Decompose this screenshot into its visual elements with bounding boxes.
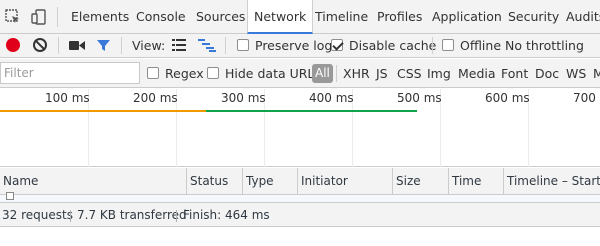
- tab-sources[interactable]: Sources: [196, 0, 245, 34]
- status-divider: [70, 210, 71, 222]
- status-divider: [176, 210, 177, 222]
- column-header-name[interactable]: Name: [0, 168, 186, 194]
- type-filter-media[interactable]: Media: [458, 59, 496, 88]
- overview-tick-label: 400 ms: [309, 91, 354, 105]
- capture-screenshots-icon[interactable]: [69, 40, 85, 51]
- disable-cache-checkbox[interactable]: [331, 39, 343, 51]
- type-filter-js[interactable]: JS: [376, 59, 388, 88]
- devtools-tab-bar: Elements Console Sources Network Timelin…: [0, 0, 600, 34]
- requests-table-header: Name Status Type Initiator Size Time Tim…: [0, 168, 600, 195]
- request-count: 32 requests: [2, 208, 73, 222]
- type-filter-css[interactable]: CSS: [397, 59, 422, 88]
- network-toolbar: View: Preserve log Disable cache Offline…: [0, 34, 600, 58]
- type-filter-img[interactable]: Img: [427, 59, 451, 88]
- overview-tick-label: 100 ms: [45, 91, 90, 105]
- regex-label: Regex: [165, 66, 204, 81]
- column-header-status[interactable]: Status: [187, 168, 242, 194]
- column-header-timeline[interactable]: Timeline – Start Ti: [504, 168, 600, 194]
- tab-bar-divider: [57, 7, 58, 27]
- overview-tick-label: 500 ms: [397, 91, 442, 105]
- disable-cache-label: Disable cache: [349, 38, 437, 53]
- preserve-log-checkbox[interactable]: [237, 39, 249, 51]
- overview-tick-label: 700: [573, 91, 596, 105]
- column-header-size[interactable]: Size: [393, 168, 448, 194]
- tab-audits[interactable]: Audits: [566, 0, 600, 34]
- toolbar-divider: [225, 37, 226, 54]
- view-label: View:: [132, 38, 166, 53]
- type-filter-all[interactable]: All: [312, 64, 333, 83]
- column-header-type[interactable]: Type: [243, 168, 297, 194]
- type-filter-doc[interactable]: Doc: [535, 59, 559, 88]
- clear-icon[interactable]: [33, 38, 47, 52]
- type-filter-ws[interactable]: WS: [566, 59, 586, 88]
- toolbar-divider: [432, 37, 433, 54]
- overview-tick-label: 300 ms: [221, 91, 266, 105]
- tab-network[interactable]: Network: [247, 0, 314, 34]
- overview-tick-label: 200 ms: [133, 91, 178, 105]
- network-overview-timeline[interactable]: 100 ms 200 ms 300 ms 400 ms 500 ms 600 m…: [0, 89, 600, 167]
- regex-checkbox[interactable]: [147, 67, 159, 79]
- empty-panel-area: [0, 227, 600, 246]
- device-toolbar-icon[interactable]: [30, 8, 48, 26]
- type-filter-font[interactable]: Font: [501, 59, 528, 88]
- tab-elements[interactable]: Elements: [71, 0, 129, 34]
- tab-application[interactable]: Application: [432, 0, 502, 34]
- toolbar-divider: [58, 37, 59, 54]
- requests-table-body[interactable]: [0, 192, 600, 202]
- column-header-time[interactable]: Time: [449, 168, 503, 194]
- hide-data-urls-checkbox[interactable]: [207, 67, 219, 79]
- show-overview-icon[interactable]: [198, 39, 216, 52]
- throttling-select[interactable]: No throttling: [505, 34, 584, 57]
- toolbar-divider: [121, 37, 122, 54]
- filter-icon[interactable]: [96, 38, 111, 53]
- large-request-rows-icon[interactable]: [172, 39, 186, 51]
- type-filter-manifest[interactable]: M: [593, 59, 600, 88]
- column-header-initiator[interactable]: Initiator: [298, 168, 392, 194]
- preserve-log-label: Preserve log: [255, 38, 333, 53]
- tab-security[interactable]: Security: [508, 0, 559, 34]
- load-event-bar: [205, 110, 418, 112]
- finish-time: Finish: 464 ms: [183, 208, 270, 222]
- filter-input[interactable]: [0, 62, 140, 84]
- offline-label: Offline: [460, 38, 502, 53]
- inspect-element-icon[interactable]: [4, 8, 22, 26]
- type-filter-xhr[interactable]: XHR: [343, 59, 370, 88]
- tab-timeline[interactable]: Timeline: [315, 0, 368, 34]
- document-icon: [6, 192, 14, 200]
- filter-bar: Regex Hide data URLs All XHR JS CSS Img …: [0, 59, 600, 88]
- record-icon[interactable]: [6, 38, 20, 52]
- tab-console[interactable]: Console: [136, 0, 186, 34]
- filter-divider: [336, 65, 337, 82]
- offline-checkbox[interactable]: [442, 39, 454, 51]
- hide-data-urls-label: Hide data URLs: [225, 66, 321, 81]
- transferred-size: 7.7 KB transferred: [77, 208, 187, 222]
- tab-profiles[interactable]: Profiles: [377, 0, 422, 34]
- overview-tick-label: 600 ms: [485, 91, 530, 105]
- network-status-bar: 32 requests 7.7 KB transferred Finish: 4…: [0, 202, 600, 227]
- dom-content-loaded-bar: [0, 110, 206, 112]
